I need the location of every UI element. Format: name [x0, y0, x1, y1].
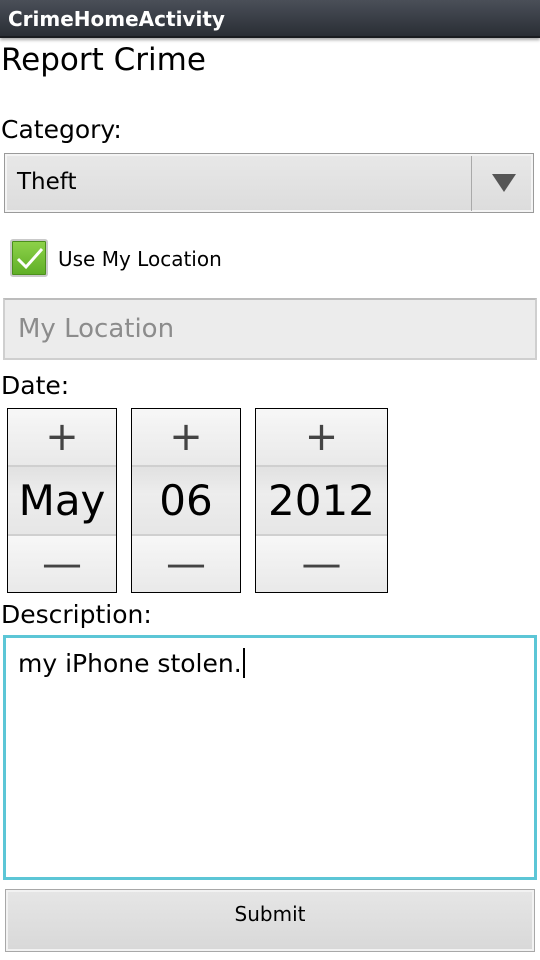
year-value[interactable]: 2012: [256, 465, 387, 536]
submit-button[interactable]: Submit: [5, 889, 535, 952]
day-decrement-button[interactable]: —: [132, 536, 240, 592]
triangle-down-icon: [492, 174, 516, 192]
text-cursor: [242, 648, 245, 678]
use-location-checkbox[interactable]: [10, 239, 48, 277]
description-textarea[interactable]: my iPhone stolen.: [3, 635, 537, 880]
category-label: Category:: [1, 115, 122, 144]
year-decrement-button[interactable]: —: [256, 536, 387, 592]
category-spinner[interactable]: Theft: [4, 153, 534, 213]
category-value: Theft: [17, 169, 77, 195]
month-decrement-button[interactable]: —: [8, 536, 116, 592]
year-picker: + 2012 —: [255, 408, 388, 593]
description-value: my iPhone stolen.: [18, 649, 242, 678]
day-picker: + 06 —: [131, 408, 241, 593]
month-picker: + May —: [7, 408, 117, 593]
month-increment-button[interactable]: +: [8, 409, 116, 465]
checkmark-icon: [16, 248, 44, 270]
date-label: Date:: [1, 371, 70, 400]
day-value[interactable]: 06: [132, 465, 240, 536]
day-increment-button[interactable]: +: [132, 409, 240, 465]
spinner-divider: [471, 156, 472, 211]
app-title: CrimeHomeActivity: [8, 7, 225, 31]
description-text: my iPhone stolen.: [18, 648, 245, 678]
location-input[interactable]: [5, 300, 535, 358]
page-heading: Report Crime: [1, 42, 206, 78]
description-label: Description:: [1, 600, 152, 629]
month-value[interactable]: May: [8, 465, 116, 536]
title-bar: CrimeHomeActivity: [0, 0, 540, 38]
year-increment-button[interactable]: +: [256, 409, 387, 465]
use-location-label[interactable]: Use My Location: [58, 247, 222, 271]
location-field[interactable]: [3, 298, 537, 360]
